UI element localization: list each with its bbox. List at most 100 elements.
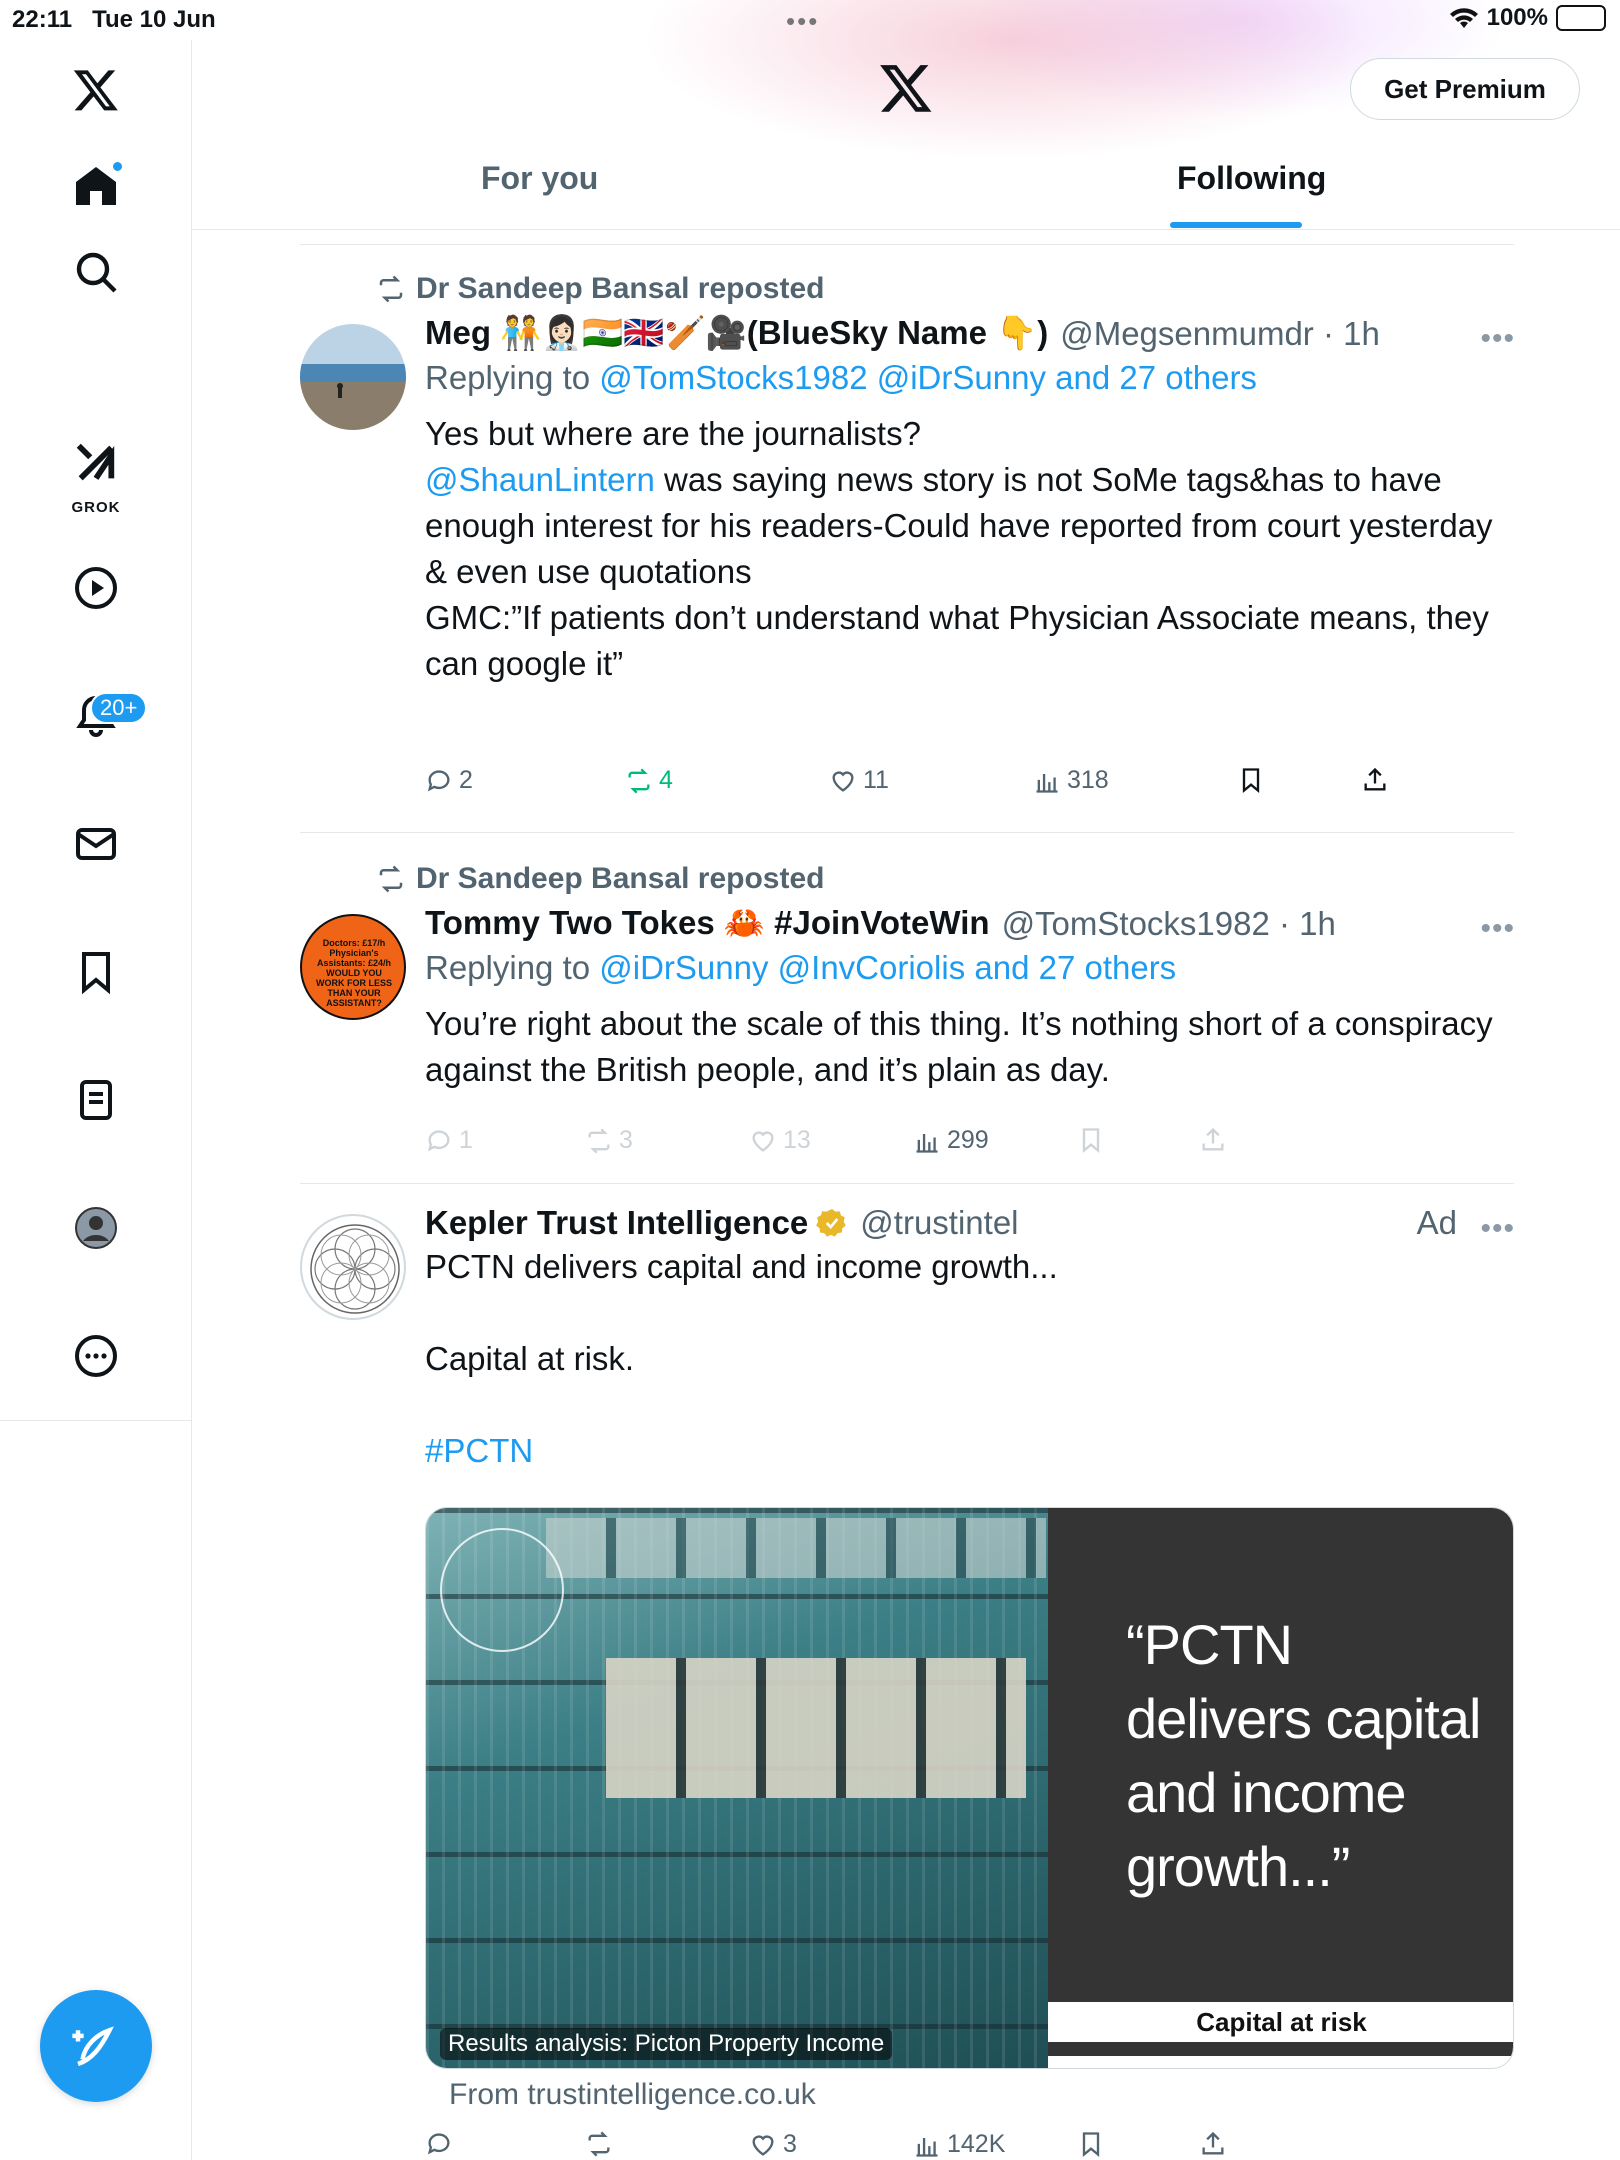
reply-icon (427, 769, 450, 791)
reply-mentions[interactable]: @TomStocks1982 @iDrSunny and 27 others (599, 359, 1257, 396)
avatar[interactable] (300, 1214, 406, 1320)
repost-attribution-text[interactable]: Dr Sandeep Bansal reposted (416, 862, 824, 896)
bookmark-icon (1242, 768, 1260, 793)
bookmark-icon (82, 952, 110, 995)
sidebar-item-notifications[interactable]: 20+ (56, 676, 148, 756)
more-icon (75, 1335, 117, 1377)
heart-icon (752, 2134, 774, 2156)
repost-button[interactable] (585, 2130, 613, 2158)
like-button[interactable]: 3 (749, 2130, 797, 2159)
get-premium-button[interactable]: Get Premium (1350, 58, 1580, 120)
tweet-divider (300, 832, 1514, 833)
sidebar-item-search[interactable] (56, 232, 136, 312)
share-button[interactable] (1361, 766, 1389, 794)
sidebar-item-more[interactable] (56, 1316, 136, 1396)
more-options-icon[interactable]: ••• (1480, 322, 1515, 356)
more-options-icon[interactable]: ••• (1480, 1212, 1515, 1246)
reply-button[interactable] (425, 2130, 453, 2158)
sidebar-item-bookmarks[interactable] (56, 932, 136, 1012)
profile-icon (75, 1207, 117, 1249)
repost-button[interactable]: 4 (625, 766, 673, 795)
repost-icon (379, 865, 403, 893)
reply-icon (427, 2133, 450, 2155)
timeline-tabs: For you Following (192, 150, 1620, 230)
avatar[interactable]: Doctors: £17/h Physician's Assistants: £… (300, 914, 406, 1020)
tweet-divider (300, 1183, 1514, 1184)
more-options-icon[interactable]: ••• (1480, 912, 1515, 946)
tweet-author-row: Kepler Trust Intelligence @trustintel (425, 1204, 1515, 1242)
tweet-content: Tommy Two Tokes 🦀 #JoinVoteWin @TomStock… (425, 904, 1515, 1093)
active-tab-indicator (1170, 222, 1302, 228)
tab-for-you[interactable]: For you (481, 160, 598, 197)
verified-badge-icon (816, 1209, 847, 1237)
share-icon (1202, 1127, 1224, 1151)
share-button[interactable] (1199, 2130, 1227, 2158)
repost-icon (628, 768, 650, 793)
repost-icon (588, 2131, 610, 2157)
tweet-content: Kepler Trust Intelligence @trustintel Ad… (425, 1204, 1515, 1474)
author-name[interactable]: Meg 🧑‍🤝‍🧑👩🏻‍⚕️🇮🇳🇬🇧🏏🎥(BlueSky Name 👇) (425, 314, 1048, 353)
author-name[interactable]: Tommy Two Tokes 🦀 #JoinVoteWin (425, 904, 990, 943)
reply-icon (427, 1129, 450, 1151)
media-footer: Capital at risk (1048, 2002, 1513, 2056)
tweet-text: PCTN delivers capital and income growth.… (425, 1244, 1515, 1474)
home-unread-dot (111, 160, 124, 173)
tweet-text: You’re right about the scale of this thi… (425, 1005, 1493, 1088)
views-button[interactable]: 318 (1033, 766, 1109, 795)
tweet-text: Yes but where are the journalists? @Shau… (425, 415, 1493, 682)
tab-following[interactable]: Following (1177, 160, 1326, 197)
play-icon (75, 567, 117, 609)
bookmark-button[interactable] (1237, 766, 1265, 794)
media-quote: “PCTN delivers capital and income growth… (1126, 1613, 1481, 1898)
reply-mentions[interactable]: @iDrSunny @InvCoriolis and 27 others (599, 949, 1176, 986)
tweet-content: Meg 🧑‍🤝‍🧑👩🏻‍⚕️🇮🇳🇬🇧🏏🎥(BlueSky Name 👇) @Me… (425, 314, 1515, 687)
x-logo[interactable] (56, 50, 136, 130)
reply-button[interactable]: 1 (425, 1126, 473, 1155)
author-handle[interactable]: @Megsenmumdr · 1h (1060, 315, 1380, 353)
sidebar-item-video[interactable] (56, 548, 136, 628)
bookmark-button[interactable] (1077, 1126, 1105, 1154)
heart-icon (832, 770, 854, 792)
ad-media-card[interactable]: Results analysis: Picton Property Income… (425, 1507, 1514, 2069)
repost-attribution-text[interactable]: Dr Sandeep Bansal reposted (416, 272, 824, 306)
sidebar-item-profile[interactable] (56, 1188, 136, 1268)
compose-button[interactable] (40, 1990, 152, 2102)
sidebar-item-grok[interactable]: GROK (56, 422, 136, 522)
views-button[interactable]: 142K (913, 2130, 1005, 2159)
like-button[interactable]: 11 (829, 766, 889, 795)
ad-source-link[interactable]: From trustintelligence.co.uk (449, 2078, 816, 2112)
tweet-actions: 3 142K (425, 2130, 1425, 2160)
avatar[interactable] (300, 324, 406, 430)
views-button[interactable]: 299 (913, 1126, 989, 1155)
author-handle[interactable]: @trustintel (860, 1204, 1018, 1242)
tweet-actions: 2 4 11 318 (425, 766, 1425, 806)
author-handle[interactable]: @TomStocks1982 · 1h (1002, 905, 1336, 943)
like-button[interactable]: 13 (749, 1126, 811, 1155)
views-icon (916, 1133, 938, 1153)
reply-button[interactable]: 2 (425, 766, 473, 795)
quote-panel: “PCTN delivers capital and income growth… (1048, 1508, 1513, 2002)
hashtag-link[interactable]: #PCTN (425, 1428, 1515, 1474)
sidebar-item-messages[interactable] (56, 804, 136, 884)
bookmark-icon (1082, 2132, 1100, 2157)
feed-top-divider (300, 244, 1514, 245)
share-button[interactable] (1199, 1126, 1227, 1154)
status-bar: 22:11 Tue 10 Jun ••• 100% ⚡ (0, 0, 1620, 40)
sidebar-item-lists[interactable] (56, 1060, 136, 1140)
sidebar: GROK 20+ (0, 40, 192, 2160)
bookmark-button[interactable] (1077, 2130, 1105, 2158)
sidebar-item-home[interactable] (56, 146, 136, 226)
replying-to: Replying to @TomStocks1982 @iDrSunny and… (425, 359, 1257, 396)
repost-button[interactable]: 3 (585, 1126, 633, 1155)
media-caption: Results analysis: Picton Property Income (440, 2028, 893, 2060)
building-photo: Results analysis: Picton Property Income (426, 1508, 1048, 2068)
views-icon (916, 2137, 938, 2157)
heart-icon (752, 1130, 774, 1152)
x-logo-header[interactable] (878, 60, 934, 116)
repost-icon (588, 1128, 610, 1153)
author-name[interactable]: Kepler Trust Intelligence (425, 1204, 808, 1242)
mention-link[interactable]: @ShaunLintern (425, 461, 655, 498)
multitask-dots[interactable]: ••• (786, 6, 819, 37)
sidebar-divider (0, 1420, 192, 1421)
ad-label: Ad (1416, 1204, 1457, 1241)
